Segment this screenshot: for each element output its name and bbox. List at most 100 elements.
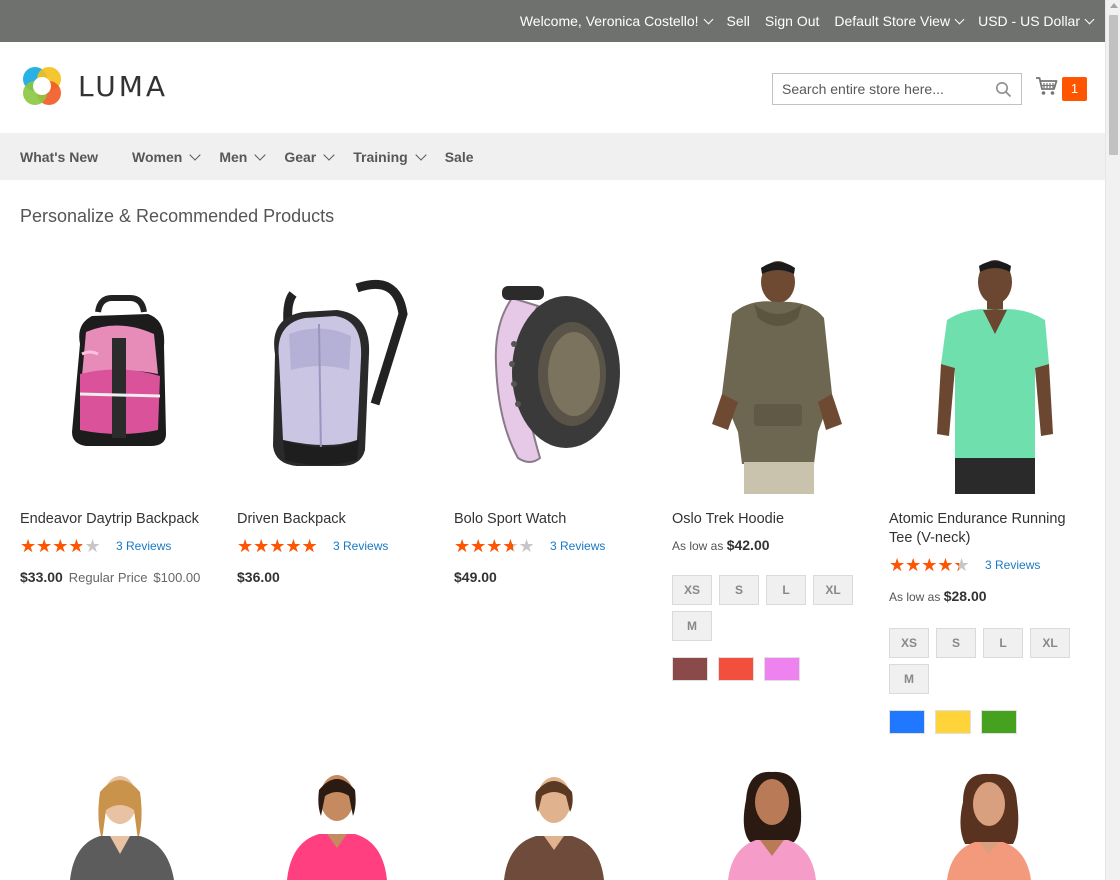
color-option[interactable] [935, 710, 971, 734]
product-price: As low as $42.00 [672, 537, 870, 553]
logo-text: LUMA [78, 69, 169, 103]
page-scrollbar[interactable] [1105, 0, 1120, 880]
color-swatches [672, 657, 870, 681]
currency-label: USD - US Dollar [978, 13, 1080, 29]
product-image[interactable] [20, 770, 218, 880]
store-view-switcher[interactable]: Default Store View [834, 13, 965, 29]
nav-item-gear[interactable]: Gear [284, 148, 335, 165]
size-option[interactable]: S [936, 628, 976, 658]
nav-item-sale[interactable]: Sale [445, 149, 474, 165]
chevron-down-icon [703, 14, 713, 24]
nav-item-label: Sale [444, 148, 474, 165]
size-option[interactable]: M [672, 611, 712, 641]
product-card: Endeavor Daytrip Backpack ★★★★★ ★★★★★ 3 … [20, 254, 218, 585]
product-name-link[interactable]: Atomic Endurance Running Tee (V-neck) [889, 510, 1087, 548]
scrollbar-thumb[interactable] [1109, 15, 1118, 155]
header-links: Welcome, Veronica Costello! Sell Sign Ou… [519, 0, 1095, 42]
nav-item-whats-new[interactable]: What's New [20, 149, 98, 165]
shopping-cart-icon [1035, 76, 1058, 101]
color-option[interactable] [718, 657, 754, 681]
color-option[interactable] [672, 657, 708, 681]
nav-item-training[interactable]: Training [353, 148, 427, 165]
nav-item-label: Men [219, 148, 248, 165]
reviews-link[interactable]: 3 Reviews [985, 558, 1040, 572]
rating-stars: ★★★★★ ★★★★★ [237, 537, 325, 555]
color-option[interactable] [764, 657, 800, 681]
welcome-text: Welcome, Veronica Costello! [519, 13, 699, 29]
chevron-down-icon [189, 148, 201, 161]
section-title: Personalize & Recommended Products [20, 206, 335, 226]
product-card: Oslo Trek Hoodie As low as $42.00 XS S L… [672, 254, 870, 681]
size-option[interactable]: M [889, 664, 929, 694]
product-name-link[interactable]: Endeavor Daytrip Backpack [20, 510, 218, 529]
product-image[interactable] [237, 254, 435, 494]
rating-stars: ★★★★★ ★★★★★ [454, 537, 542, 555]
final-price: $49.00 [454, 569, 497, 585]
product-name-link[interactable]: Bolo Sport Watch [454, 510, 652, 529]
size-swatches: XS S L XL M [672, 575, 872, 647]
product-image[interactable] [672, 254, 870, 494]
product-rating: ★★★★★ ★★★★★ 3 Reviews [454, 537, 652, 555]
product-rating: ★★★★★ ★★★★★ 3 Reviews [237, 537, 435, 555]
nav-item-men[interactable]: Men [219, 148, 266, 165]
final-price: $33.00 [20, 569, 63, 585]
rating-stars: ★★★★★ ★★★★★ [20, 537, 108, 555]
product-image[interactable] [20, 254, 218, 494]
chevron-down-icon [415, 148, 427, 161]
sell-link[interactable]: Sell [727, 13, 750, 29]
product-image[interactable] [237, 770, 435, 880]
product-image[interactable] [454, 254, 652, 494]
nav-item-label: Gear [284, 148, 317, 165]
size-option[interactable]: XL [1030, 628, 1070, 658]
minicart-button[interactable]: 1 [1035, 76, 1087, 101]
nav-item-label: Women [132, 148, 183, 165]
chevron-down-icon [954, 14, 965, 24]
reviews-link[interactable]: 3 Reviews [333, 539, 388, 553]
cart-count-badge: 1 [1062, 76, 1087, 101]
size-option[interactable]: XL [813, 575, 853, 605]
color-option[interactable] [889, 710, 925, 734]
reviews-link[interactable]: 3 Reviews [116, 539, 171, 553]
product-image[interactable] [889, 770, 1087, 880]
product-image[interactable] [889, 254, 1087, 494]
product-name-link[interactable]: Driven Backpack [237, 510, 435, 529]
product-price: $33.00 Regular Price $100.00 [20, 569, 218, 585]
final-price: $36.00 [237, 569, 280, 585]
reviews-link[interactable]: 3 Reviews [550, 539, 605, 553]
product-card: Atomic Endurance Running Tee (V-neck) ★★… [889, 254, 1087, 734]
product-price: $36.00 [237, 569, 435, 585]
product-image[interactable] [454, 770, 652, 880]
product-price: $49.00 [454, 569, 652, 585]
stars-filled: ★★★★★ [454, 537, 513, 555]
chevron-down-icon [1084, 14, 1095, 24]
customer-welcome-menu[interactable]: Welcome, Veronica Costello! [519, 13, 713, 29]
size-option[interactable]: L [766, 575, 806, 605]
sign-out-link[interactable]: Sign Out [765, 13, 819, 29]
nav-item-label: Training [353, 148, 408, 165]
page-header: LUMA 1 [0, 42, 1105, 133]
stars-filled: ★★★★★ [889, 556, 959, 574]
stars-filled: ★★★★★ [20, 537, 82, 555]
rating-stars: ★★★★★ ★★★★★ [889, 556, 977, 574]
currency-switcher[interactable]: USD - US Dollar [978, 13, 1095, 29]
product-card: Driven Backpack ★★★★★ ★★★★★ 3 Reviews $3… [237, 254, 435, 585]
size-option[interactable]: XS [672, 575, 712, 605]
color-option[interactable] [981, 710, 1017, 734]
product-rating: ★★★★★ ★★★★★ 3 Reviews [889, 556, 1087, 574]
search-input[interactable] [773, 74, 983, 104]
size-option[interactable]: L [983, 628, 1023, 658]
top-bar: Welcome, Veronica Costello! Sell Sign Ou… [0, 0, 1105, 42]
scroll-up-arrow-icon[interactable] [1110, 3, 1118, 8]
logo-link[interactable]: LUMA [20, 64, 168, 108]
product-name-link[interactable]: Oslo Trek Hoodie [672, 510, 870, 529]
size-option[interactable]: S [719, 575, 759, 605]
product-card: Bolo Sport Watch ★★★★★ ★★★★★ 3 Reviews $… [454, 254, 652, 585]
store-view-label: Default Store View [834, 13, 951, 29]
product-image[interactable] [672, 770, 870, 880]
nav-item-women[interactable]: Women [132, 148, 201, 165]
final-price: $28.00 [943, 588, 987, 604]
chevron-down-icon [323, 148, 335, 161]
search-icon[interactable] [995, 81, 1012, 103]
regular-price-label: Regular Price [68, 570, 148, 585]
size-option[interactable]: XS [889, 628, 929, 658]
